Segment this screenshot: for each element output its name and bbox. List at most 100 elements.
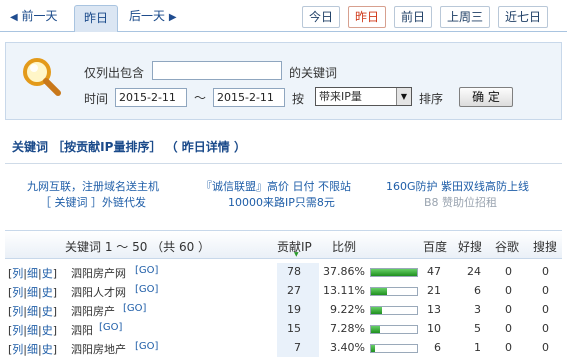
sousou-value: 0 [542, 341, 549, 354]
header-keyword: 关键词 1 ～ 50 （共 60 ） [65, 240, 211, 254]
baidu-value: 6 [434, 341, 441, 354]
history-link[interactable]: 史 [42, 305, 53, 318]
google-value: 0 [505, 284, 512, 297]
google-value: 0 [505, 303, 512, 316]
list-link[interactable]: 列 [12, 343, 23, 356]
detail-link[interactable]: 细 [27, 286, 38, 299]
confirm-button[interactable]: 确 定 [459, 87, 513, 107]
quick-lastwed-button[interactable]: 上周三 [440, 6, 490, 28]
keyword-table: 关键词 1 ～ 50 （共 60 ） 贡献IP ▼ 比例 百度 好搜 谷歌 搜搜… [5, 230, 562, 357]
header-google[interactable]: 谷歌 [495, 238, 519, 255]
go-link[interactable]: [GO] [135, 341, 158, 352]
quick-today-button[interactable]: 今日 [302, 6, 340, 28]
haosou-value: 6 [474, 284, 481, 297]
sort-select[interactable]: 带来IP量 ▼ [315, 87, 412, 106]
table-row: [列|细|史] 泗阳房地产 [GO] 7 3.40% 6 1 0 0 [5, 339, 562, 357]
quick-daybefore-label: 前日 [400, 10, 425, 24]
sousou-value: 0 [542, 322, 549, 335]
ad-link[interactable]: 160G防护 紫田双线高防上线 [386, 178, 529, 194]
ad-placeholder[interactable]: B8 赞助位招租 [424, 194, 497, 210]
row-links: [列|细|史] [8, 286, 58, 299]
ad-link[interactable]: 『诚信联盟』高价 日付 不限站 [201, 178, 351, 194]
order-label: 排序 [419, 92, 444, 106]
quick-sevendays-button[interactable]: 近七日 [498, 6, 548, 28]
go-link[interactable]: [GO] [135, 265, 158, 276]
magnifier-icon [23, 58, 61, 96]
prev-day-link[interactable]: ◀ 前一天 [10, 7, 58, 25]
ratio-value: 13.11% [323, 284, 365, 297]
history-link[interactable]: 史 [42, 324, 53, 337]
sort-down-icon: ▼ [294, 251, 299, 258]
chevron-down-icon[interactable]: ▼ [396, 88, 411, 105]
history-link[interactable]: 史 [42, 343, 53, 356]
tilde-separator: ～ [194, 91, 207, 105]
date-from-field[interactable]: 2015-2-11 [115, 88, 187, 107]
history-link[interactable]: 史 [42, 267, 53, 280]
table-row: [列|细|史] 泗阳房产 [GO] 19 9.22% 13 3 0 0 [5, 301, 562, 320]
baidu-value: 47 [427, 265, 441, 278]
arrow-left-icon: ◀ [10, 12, 18, 23]
list-link[interactable]: 列 [12, 286, 23, 299]
row-links: [列|细|史] [8, 267, 58, 280]
ratio-bar [370, 306, 418, 315]
haosou-value: 3 [474, 303, 481, 316]
date-to-field[interactable]: 2015-2-11 [213, 88, 285, 107]
detail-link[interactable]: 细 [27, 267, 38, 280]
ad-link[interactable]: ［ 关键词 ］外链代发 [40, 194, 146, 210]
list-link[interactable]: 列 [12, 267, 23, 280]
header-baidu[interactable]: 百度 [423, 238, 447, 255]
ad-link[interactable]: 10000来路IP只需8元 [228, 194, 335, 210]
prev-day-label: 前一天 [21, 9, 58, 23]
quick-sevendays-label: 近七日 [504, 10, 541, 24]
ratio-bar [370, 344, 418, 353]
haosou-value: 5 [474, 322, 481, 335]
ratio-bar-fill [371, 269, 417, 276]
ratio-value: 7.28% [330, 322, 365, 335]
ratio-bar [370, 268, 418, 277]
only-list-label: 仅列出包含 [84, 66, 145, 80]
baidu-value: 21 [427, 284, 441, 297]
list-link[interactable]: 列 [12, 305, 23, 318]
table-row: [列|细|史] 泗阳房产网 [GO] 78 37.86% 47 24 0 0 [5, 263, 562, 282]
header-haosou[interactable]: 好搜 [458, 238, 482, 255]
keyword-suffix-label: 的关键词 [289, 66, 338, 80]
baidu-value: 10 [427, 322, 441, 335]
header-sousou[interactable]: 搜搜 [533, 238, 557, 255]
keyword-cell: 泗阳人才网 [71, 286, 126, 299]
next-day-link[interactable]: 后一天 ▶ [129, 7, 177, 25]
detail-link[interactable]: 细 [27, 343, 38, 356]
ratio-value: 37.86% [323, 265, 365, 278]
detail-link[interactable]: 细 [27, 324, 38, 337]
go-link[interactable]: [GO] [135, 284, 158, 295]
row-links: [列|细|史] [8, 324, 58, 337]
keyword-cell: 泗阳房地产 [71, 343, 126, 356]
list-link[interactable]: 列 [12, 324, 23, 337]
current-day-tab[interactable]: 昨日 [74, 5, 118, 32]
ad-link[interactable]: 九网互联，注册域名送主机 [27, 178, 159, 194]
section-title: 关键词 ［按贡献IP量排序］ （ 昨日详情 ） [12, 140, 246, 154]
table-header: 关键词 1 ～ 50 （共 60 ） 贡献IP ▼ 比例 百度 好搜 谷歌 搜搜 [5, 231, 562, 259]
contrib-value: 78 [287, 265, 301, 278]
go-link[interactable]: [GO] [99, 322, 122, 333]
keyword-cell: 泗阳 [71, 324, 93, 337]
quick-daybefore-button[interactable]: 前日 [394, 6, 432, 28]
quick-yesterday-button[interactable]: 昨日 [348, 6, 386, 28]
sousou-value: 0 [542, 303, 549, 316]
keyword-input[interactable] [152, 61, 282, 80]
current-day-label: 昨日 [83, 11, 108, 25]
go-link[interactable]: [GO] [123, 303, 146, 314]
history-link[interactable]: 史 [42, 286, 53, 299]
header-ratio[interactable]: 比例 [332, 238, 356, 255]
next-day-label: 后一天 [129, 9, 166, 23]
row-links: [列|细|史] [8, 305, 58, 318]
by-label: 按 [292, 92, 305, 106]
sousou-value: 0 [542, 265, 549, 278]
ratio-value: 3.40% [330, 341, 365, 354]
time-label: 时间 [84, 92, 109, 106]
detail-link[interactable]: 细 [27, 305, 38, 318]
ratio-bar [370, 287, 418, 296]
ratio-bar [370, 325, 418, 334]
keyword-cell: 泗阳房产 [71, 305, 115, 318]
keyword-cell: 泗阳房产网 [71, 267, 126, 280]
ratio-bar-fill [371, 288, 387, 295]
